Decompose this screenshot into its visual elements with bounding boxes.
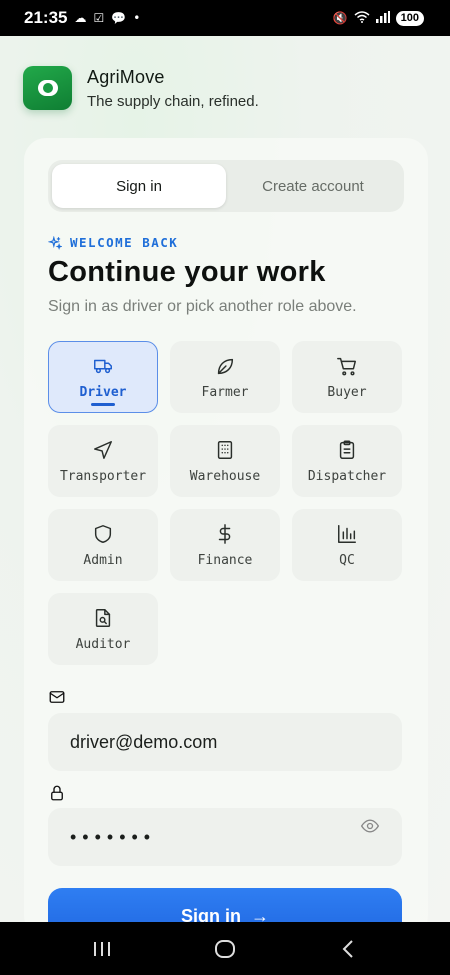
role-dispatcher[interactable]: Dispatcher — [292, 425, 402, 497]
active-indicator — [91, 403, 115, 406]
home-icon — [214, 939, 235, 958]
page-subtitle: Sign in as driver or pick another role a… — [48, 298, 357, 315]
brand-tagline: The supply chain, refined. — [87, 92, 259, 110]
checkbox-icon: ☑ — [93, 11, 105, 25]
role-label: QC — [339, 552, 355, 568]
back-button[interactable] — [328, 929, 368, 969]
role-driver[interactable]: Driver — [48, 341, 158, 413]
role-admin[interactable]: Admin — [48, 509, 158, 581]
truck-icon — [94, 359, 112, 373]
welcome-label: WELCOME BACK — [70, 235, 179, 250]
auth-tabs: Sign in Create account — [48, 160, 404, 212]
cloud-icon: ☁ — [74, 11, 87, 25]
role-label: Buyer — [327, 384, 367, 400]
role-transporter[interactable]: Transporter — [48, 425, 158, 497]
role-label: Transporter — [59, 468, 147, 484]
shield-icon — [94, 524, 112, 543]
system-nav-bar — [0, 922, 450, 975]
sparkles-icon — [48, 235, 62, 250]
role-label: Dispatcher — [307, 468, 387, 484]
role-label: Farmer — [201, 384, 249, 400]
role-label: Finance — [197, 552, 253, 568]
bar-chart-icon — [338, 524, 356, 543]
role-label: Driver — [79, 384, 127, 400]
tab-sign-in[interactable]: Sign in — [52, 164, 226, 208]
back-icon — [342, 939, 354, 958]
leaf-icon — [217, 358, 234, 374]
dollar-icon — [218, 523, 231, 544]
recents-icon — [93, 941, 110, 956]
role-label: Auditor — [75, 636, 131, 652]
brand-header: AgriMove The supply chain, refined. — [23, 66, 259, 110]
navigation-icon — [94, 440, 112, 459]
role-qc[interactable]: QC — [292, 509, 402, 581]
status-bar: 21:35 ☁ ☑ 💬 • 🔇 100 — [0, 0, 450, 36]
page-title: Continue your work — [48, 256, 326, 288]
home-button[interactable] — [205, 929, 245, 969]
building-icon — [217, 440, 233, 459]
lock-icon — [48, 784, 66, 806]
message-icon: 💬 — [111, 11, 127, 25]
clipboard-icon — [339, 440, 355, 459]
battery-indicator: 100 — [395, 10, 424, 26]
brand-name: AgriMove — [87, 66, 165, 87]
welcome-eyebrow: WELCOME BACK — [48, 235, 178, 250]
cart-icon — [337, 357, 356, 375]
recent-apps-button[interactable] — [82, 929, 122, 969]
app-logo-icon — [23, 66, 72, 110]
role-farmer[interactable]: Farmer — [170, 341, 280, 413]
role-label: Warehouse — [189, 468, 261, 484]
status-clock: 21:35 — [24, 8, 68, 27]
dot-icon: • — [133, 11, 141, 25]
role-finance[interactable]: Finance — [170, 509, 280, 581]
role-label: Admin — [83, 552, 123, 568]
role-auditor[interactable]: Auditor — [48, 593, 158, 665]
tab-create-account[interactable]: Create account — [226, 164, 400, 208]
file-search-icon — [95, 608, 111, 627]
mute-icon: 🔇 — [332, 11, 348, 25]
eye-icon[interactable] — [360, 816, 380, 840]
email-input[interactable] — [48, 713, 402, 771]
password-input[interactable] — [48, 808, 402, 866]
signal-icon — [375, 11, 390, 25]
role-buyer[interactable]: Buyer — [292, 341, 402, 413]
role-warehouse[interactable]: Warehouse — [170, 425, 280, 497]
mail-icon — [48, 688, 66, 710]
wifi-icon — [354, 11, 370, 25]
